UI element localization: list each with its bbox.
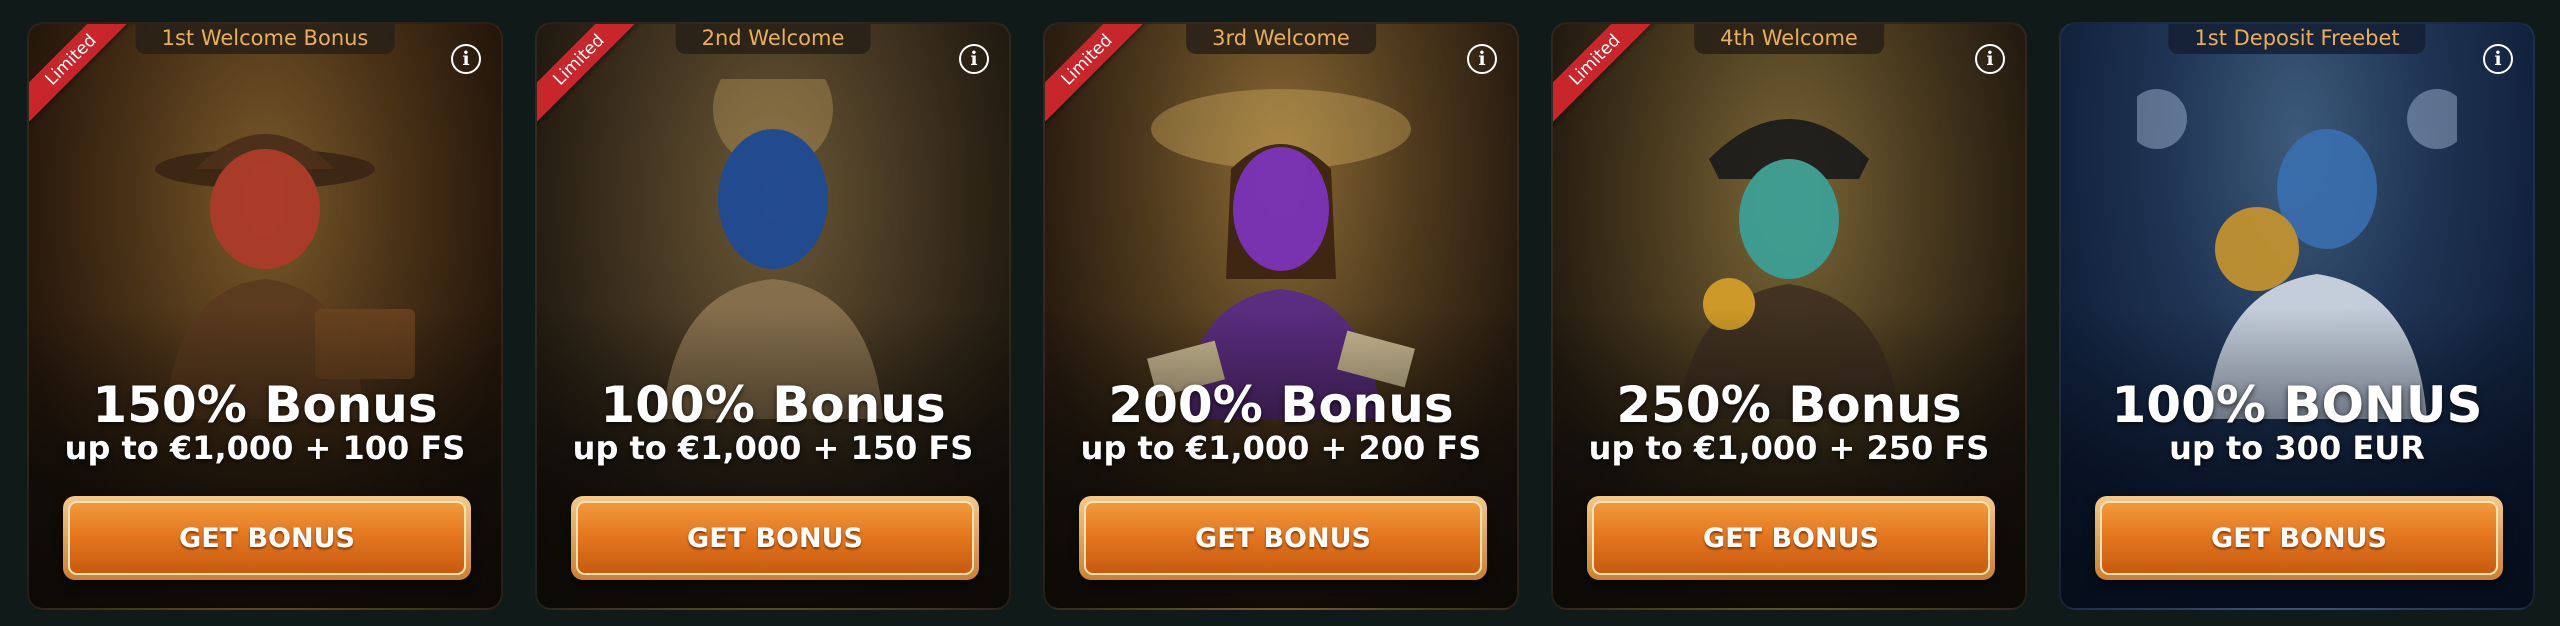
bonus-card-2nd-welcome[interactable]: 2nd Welcome Limited i 100% Bonus up to €… bbox=[535, 22, 1011, 610]
card-tab-label: 3rd Welcome bbox=[1186, 24, 1376, 54]
get-bonus-button-label: GET BONUS bbox=[576, 501, 974, 575]
bonus-card-1st-deposit-freebet[interactable]: 1st Deposit Freebet i 100% BONUS up to 3… bbox=[2059, 22, 2535, 610]
ribbon-label: Limited bbox=[537, 24, 646, 127]
bonus-headline: 100% BONUS bbox=[2111, 376, 2483, 434]
get-bonus-button-label: GET BONUS bbox=[68, 501, 466, 575]
get-bonus-button-label: GET BONUS bbox=[1084, 501, 1482, 575]
bonus-headline: 100% Bonus bbox=[600, 376, 946, 434]
card-tab-label: 2nd Welcome bbox=[675, 24, 871, 54]
limited-ribbon: Limited bbox=[537, 24, 647, 134]
get-bonus-button[interactable]: GET BONUS bbox=[2095, 496, 2503, 580]
get-bonus-button-label: GET BONUS bbox=[1592, 501, 1990, 575]
bonus-subline: up to €1,000 + 250 FS bbox=[1588, 429, 1990, 467]
card-tab-label: 4th Welcome bbox=[1694, 24, 1884, 54]
get-bonus-button[interactable]: GET BONUS bbox=[1587, 496, 1995, 580]
bonus-card-4th-welcome[interactable]: 4th Welcome Limited i 250% Bonus up to €… bbox=[1551, 22, 2027, 610]
bonus-headline: 150% Bonus bbox=[92, 376, 438, 434]
limited-ribbon: Limited bbox=[29, 24, 139, 134]
card-tab-label: 1st Deposit Freebet bbox=[2168, 24, 2426, 54]
bonus-subline: up to 300 EUR bbox=[2169, 429, 2425, 467]
get-bonus-button-label: GET BONUS bbox=[2100, 501, 2498, 575]
bonus-headline: 200% Bonus bbox=[1108, 376, 1454, 434]
info-icon[interactable]: i bbox=[1467, 44, 1497, 74]
bonus-card-3rd-welcome[interactable]: 3rd Welcome Limited i 200% Bonus up to €… bbox=[1043, 22, 1519, 610]
limited-ribbon: Limited bbox=[1045, 24, 1155, 134]
info-icon[interactable]: i bbox=[451, 44, 481, 74]
bonus-subline: up to €1,000 + 150 FS bbox=[572, 429, 974, 467]
ribbon-label: Limited bbox=[29, 24, 138, 127]
info-icon[interactable]: i bbox=[959, 44, 989, 74]
limited-ribbon: Limited bbox=[1553, 24, 1663, 134]
ribbon-label: Limited bbox=[1553, 24, 1662, 127]
card-tab-label: 1st Welcome Bonus bbox=[135, 24, 395, 54]
get-bonus-button[interactable]: GET BONUS bbox=[63, 496, 471, 580]
bonus-cards-row: 1st Welcome Bonus Limited i 150% Bonus u… bbox=[0, 0, 2560, 626]
get-bonus-button[interactable]: GET BONUS bbox=[1079, 496, 1487, 580]
bonus-subline: up to €1,000 + 100 FS bbox=[64, 429, 466, 467]
bonus-card-1st-welcome[interactable]: 1st Welcome Bonus Limited i 150% Bonus u… bbox=[27, 22, 503, 610]
info-icon[interactable]: i bbox=[1975, 44, 2005, 74]
ribbon-label: Limited bbox=[1045, 24, 1154, 127]
bonus-subline: up to €1,000 + 200 FS bbox=[1080, 429, 1482, 467]
get-bonus-button[interactable]: GET BONUS bbox=[571, 496, 979, 580]
bonus-headline: 250% Bonus bbox=[1616, 376, 1962, 434]
info-icon[interactable]: i bbox=[2483, 44, 2513, 74]
